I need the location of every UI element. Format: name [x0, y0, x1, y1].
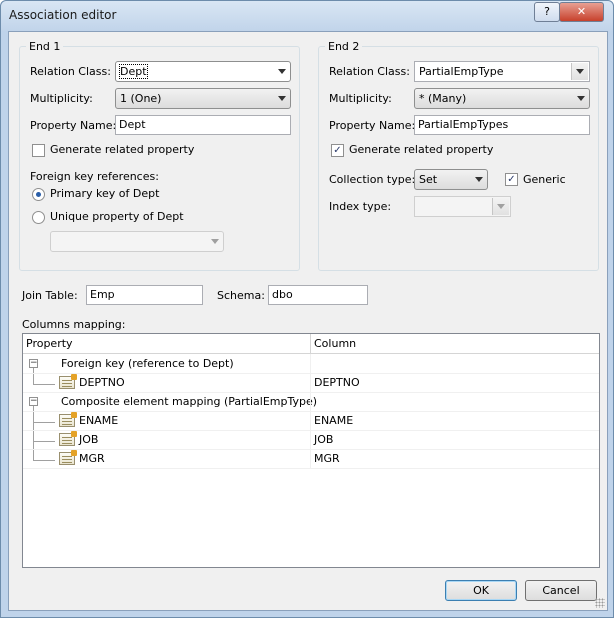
column-header-column[interactable]: Column	[314, 337, 356, 350]
property-cell: MGR	[79, 452, 105, 465]
column-cell[interactable]: DEPTNO	[314, 376, 360, 389]
help-button[interactable]: ?	[534, 2, 560, 22]
property-cell: DEPTNO	[79, 376, 125, 389]
end2-property-name-input[interactable]: PartialEmpTypes	[414, 115, 590, 135]
end1-property-name-input[interactable]: Dept	[115, 115, 291, 135]
end1-relation-class-value: Dept	[119, 64, 148, 79]
end1-fk-unique-label: Unique property of Dept	[50, 210, 184, 223]
end1-relation-class-select[interactable]: Dept	[115, 61, 291, 82]
end2-group: End 2 Relation Class: PartialEmpType Mul…	[318, 40, 599, 271]
end2-generate-related-label: Generate related property	[349, 143, 494, 156]
end1-unique-property-select[interactable]	[50, 231, 224, 252]
column-cell[interactable]: JOB	[314, 433, 333, 446]
group-label: Composite element mapping (PartialEmpTyp…	[61, 395, 318, 408]
end1-fk-primary-label: Primary key of Dept	[50, 187, 160, 200]
close-button[interactable]: ✕	[559, 2, 604, 22]
title-bar[interactable]: Association editor ? ✕	[1, 1, 613, 31]
ok-button[interactable]: OK	[445, 580, 517, 601]
end2-generate-related-checkbox[interactable]: ✓	[331, 144, 344, 157]
collection-type-value: Set	[419, 173, 438, 186]
schema-label: Schema:	[217, 289, 265, 302]
check-icon: ✓	[507, 174, 516, 185]
field-icon	[59, 431, 77, 446]
index-type-value	[417, 199, 421, 201]
end1-multiplicity-label: Multiplicity:	[30, 92, 93, 105]
end2-multiplicity-value: * (Many)	[419, 92, 467, 105]
help-icon: ?	[544, 5, 550, 18]
table-row[interactable]: MGR MGR	[23, 449, 599, 469]
end2-multiplicity-label: Multiplicity:	[329, 92, 392, 105]
end1-fk-primary-radio[interactable]	[32, 188, 45, 201]
generic-checkbox[interactable]: ✓	[505, 173, 518, 186]
chevron-down-icon	[577, 96, 585, 101]
end1-generate-related-checkbox[interactable]	[32, 144, 45, 157]
end1-fk-unique-radio[interactable]	[32, 211, 45, 224]
end2-property-name-label: Property Name:	[329, 119, 416, 132]
table-row[interactable]: DEPTNO DEPTNO	[23, 373, 599, 393]
end2-group-label: End 2	[325, 40, 363, 53]
cancel-button[interactable]: Cancel	[525, 580, 597, 601]
collapse-icon[interactable]: −	[29, 397, 38, 406]
check-icon: ✓	[333, 145, 342, 156]
end1-multiplicity-select[interactable]: 1 (One)	[115, 88, 291, 109]
field-icon	[59, 450, 77, 465]
index-type-select[interactable]	[414, 196, 511, 217]
schema-input[interactable]: dbo	[268, 285, 368, 305]
collapse-icon[interactable]: −	[29, 359, 38, 368]
resize-grip-icon[interactable]	[595, 598, 605, 608]
property-cell: JOB	[79, 433, 99, 446]
chevron-down-icon	[278, 96, 286, 101]
end2-relation-class-value: PartialEmpType	[419, 65, 504, 78]
end2-relation-class-select[interactable]: PartialEmpType	[414, 61, 590, 82]
table-row[interactable]: ENAME ENAME	[23, 411, 599, 431]
tree-group-row[interactable]: − Foreign key (reference to Dept)	[23, 354, 599, 374]
chevron-down-icon	[497, 204, 505, 209]
grid-header: Property Column	[23, 334, 599, 354]
end1-relation-class-label: Relation Class:	[30, 65, 111, 78]
end2-relation-class-label: Relation Class:	[329, 65, 410, 78]
tree-group-row[interactable]: − Composite element mapping (PartialEmpT…	[23, 392, 599, 412]
end1-multiplicity-value: 1 (One)	[120, 92, 162, 105]
end1-group-label: End 1	[26, 40, 64, 53]
collection-type-select[interactable]: Set	[414, 169, 488, 190]
end1-group: End 1 Relation Class: Dept Multiplicity:…	[19, 40, 300, 271]
columns-mapping-label: Columns mapping:	[22, 318, 126, 331]
close-icon: ✕	[576, 5, 587, 18]
field-icon	[59, 374, 77, 389]
chevron-down-icon	[211, 239, 219, 244]
column-header-property[interactable]: Property	[26, 337, 73, 350]
column-cell[interactable]: MGR	[314, 452, 340, 465]
collection-type-label: Collection type:	[329, 173, 416, 186]
chevron-down-icon	[475, 177, 483, 182]
group-label: Foreign key (reference to Dept)	[61, 357, 234, 370]
generic-label: Generic	[523, 173, 566, 186]
window-title: Association editor	[9, 8, 117, 22]
table-row[interactable]: JOB JOB	[23, 430, 599, 450]
association-editor-window: Association editor ? ✕ End 1 Relation Cl…	[0, 0, 614, 618]
column-cell[interactable]: ENAME	[314, 414, 353, 427]
end1-generate-related-label: Generate related property	[50, 143, 195, 156]
chevron-down-icon	[576, 69, 584, 74]
index-type-label: Index type:	[329, 200, 392, 213]
dialog-client-area: End 1 Relation Class: Dept Multiplicity:…	[8, 31, 608, 611]
field-icon	[59, 412, 77, 427]
end1-property-name-label: Property Name:	[30, 119, 117, 132]
property-cell: ENAME	[79, 414, 119, 427]
end2-multiplicity-select[interactable]: * (Many)	[414, 88, 590, 109]
join-table-label: Join Table:	[22, 289, 78, 302]
join-table-input[interactable]: Emp	[86, 285, 203, 305]
columns-mapping-grid[interactable]: Property Column − Foreign key (reference…	[22, 333, 600, 568]
chevron-down-icon	[278, 69, 286, 74]
end1-fk-label: Foreign key references:	[30, 170, 159, 183]
